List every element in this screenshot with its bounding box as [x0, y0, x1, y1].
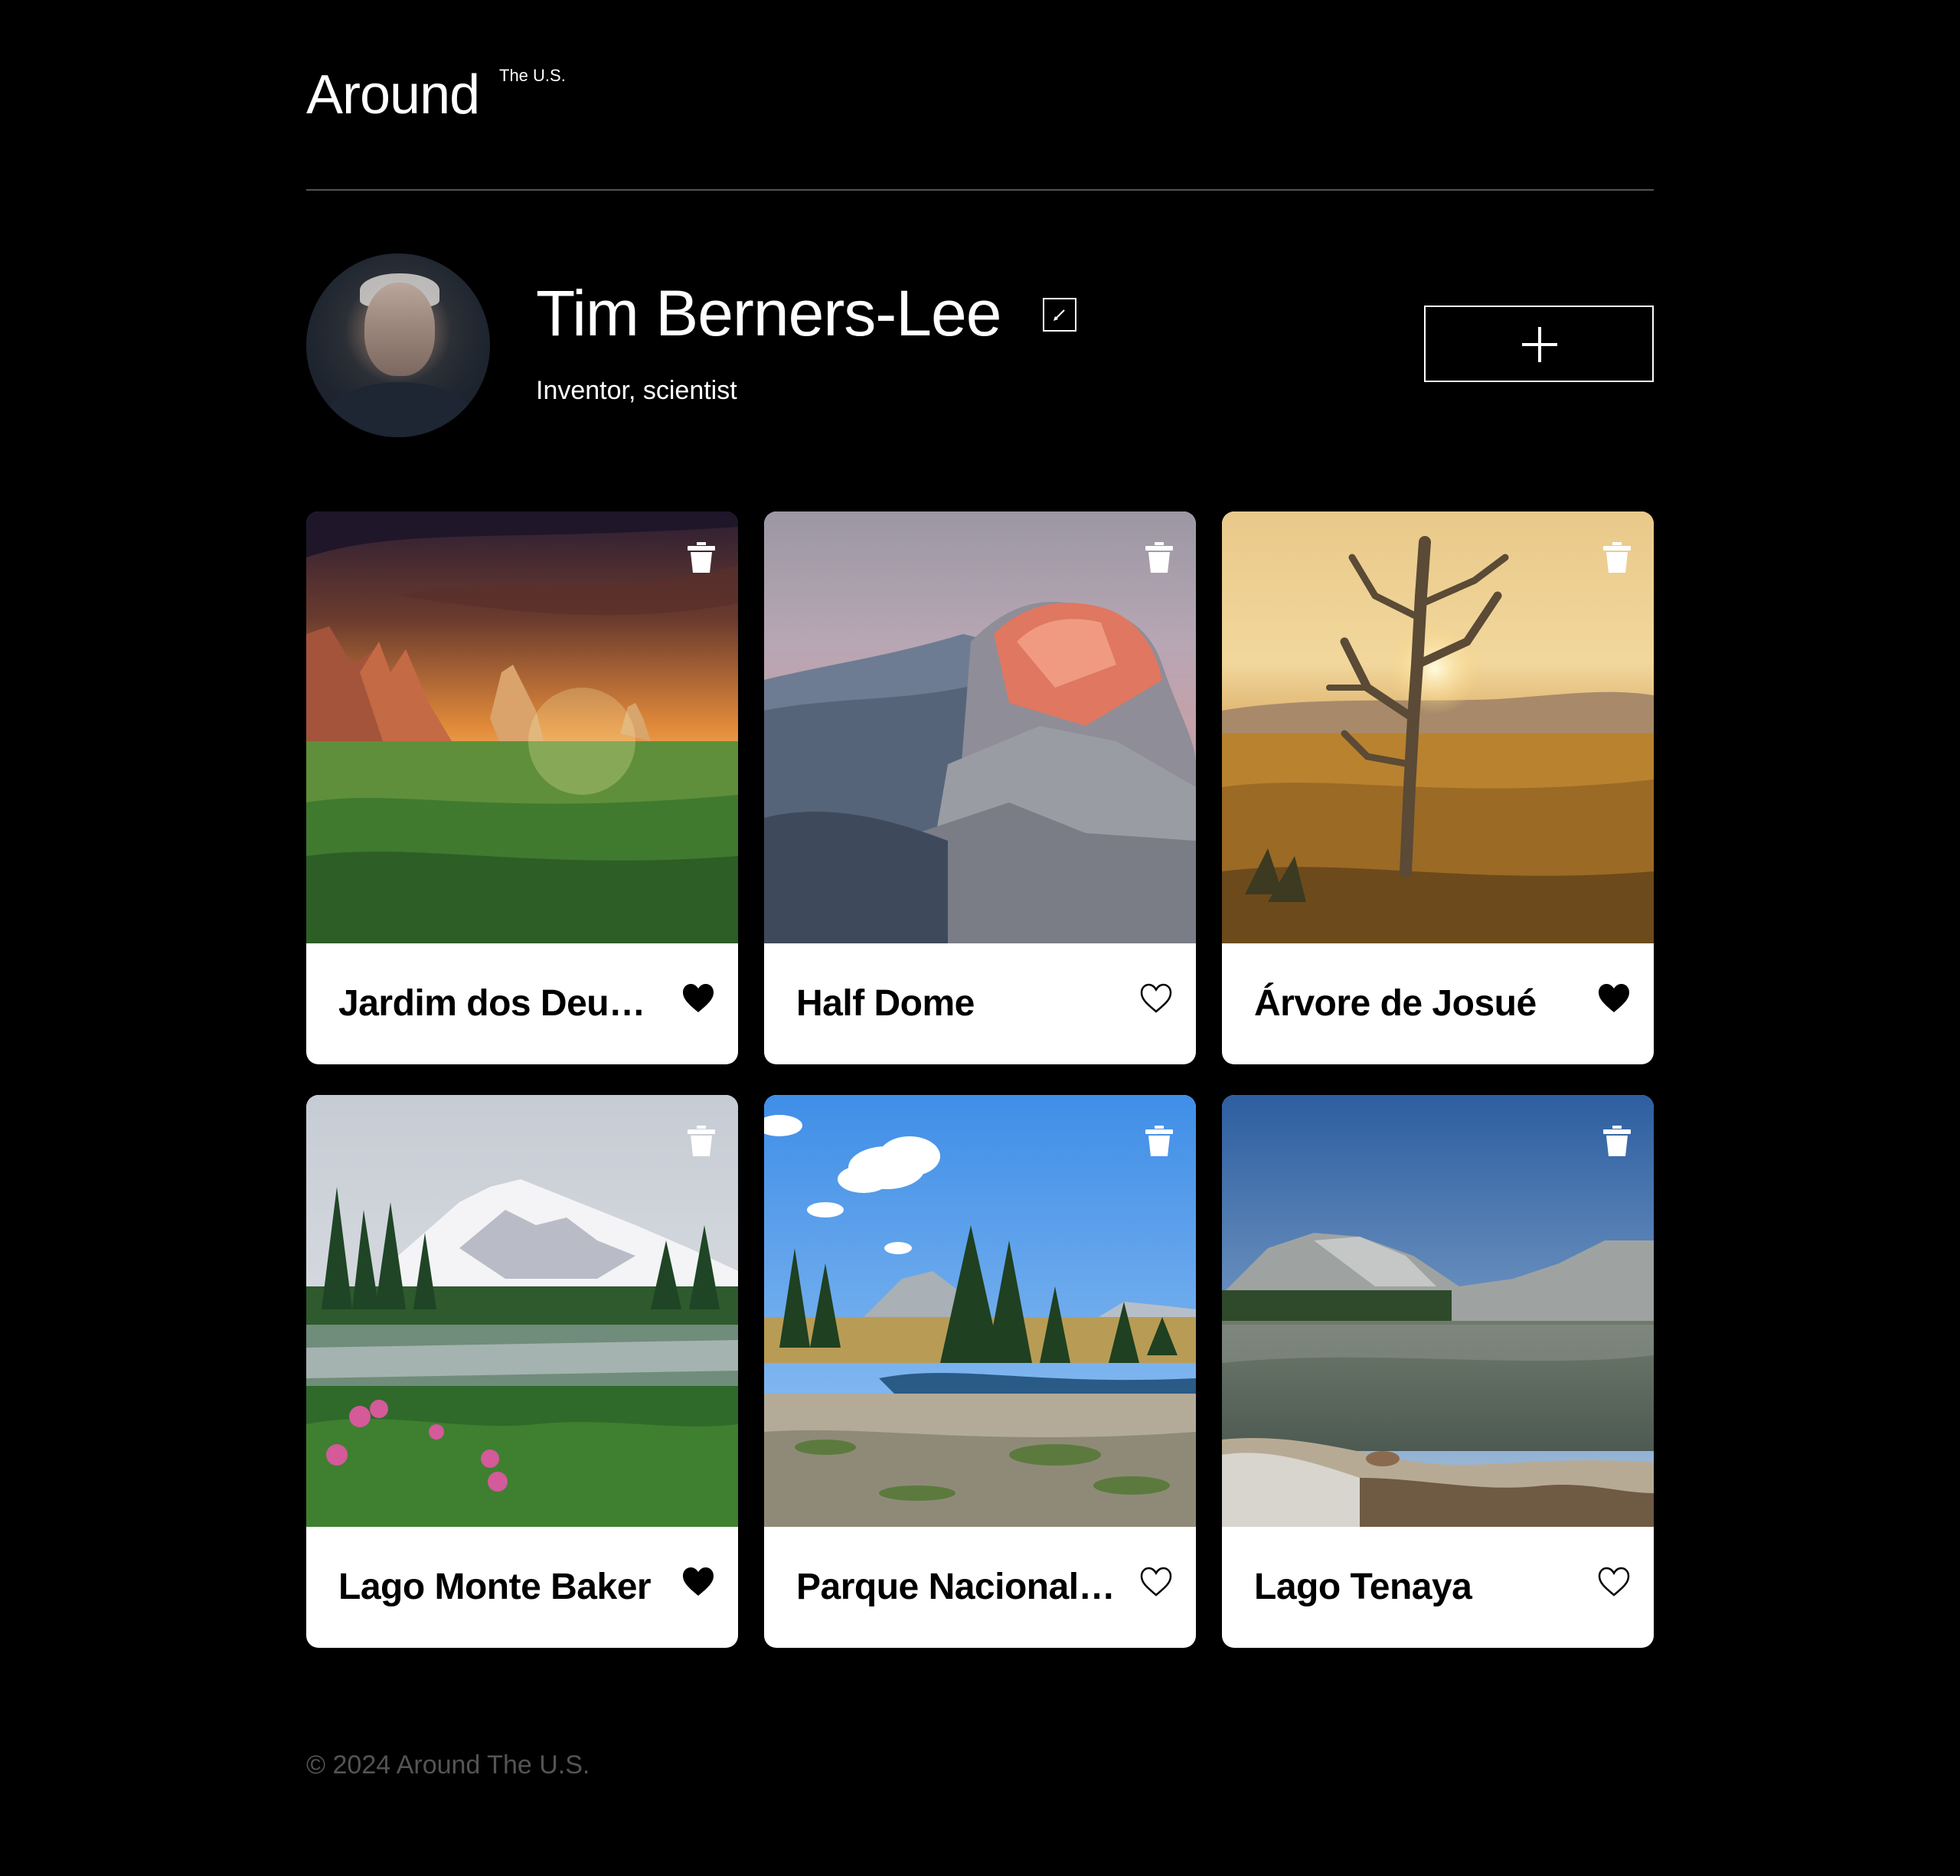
- avatar[interactable]: [306, 253, 490, 437]
- card-image-art: [1222, 511, 1654, 943]
- card: Parque Nacional de Yosemite: [764, 1095, 1196, 1648]
- profile-name: Tim Berners-Lee: [536, 277, 1001, 349]
- card-image-art: [764, 511, 1196, 943]
- heart-icon[interactable]: [1597, 983, 1631, 1014]
- card-title: Half Dome: [796, 983, 975, 1024]
- card-image[interactable]: [764, 1095, 1196, 1527]
- card-image-art: [764, 1095, 1196, 1527]
- add-card-button[interactable]: [1424, 306, 1654, 382]
- trash-icon[interactable]: [688, 542, 715, 573]
- card-image[interactable]: [306, 511, 738, 943]
- logo: Around: [306, 64, 480, 126]
- logo-superscript: The U.S.: [499, 66, 566, 85]
- site-header: Around The U.S.: [306, 0, 1654, 191]
- card-caption: Parque Nacional de Yosemite: [764, 1527, 1196, 1648]
- card: Half Dome: [764, 511, 1196, 1064]
- trash-icon[interactable]: [1145, 1126, 1173, 1156]
- trash-icon[interactable]: [1603, 1126, 1631, 1156]
- card-title: Lago Tenaya: [1254, 1567, 1472, 1607]
- card-caption: Jardim dos Deuses: [306, 943, 738, 1064]
- heart-outline-icon[interactable]: [1139, 1567, 1173, 1597]
- edit-profile-button[interactable]: [1043, 298, 1076, 332]
- card-image-art: [306, 1095, 738, 1527]
- heart-icon[interactable]: [681, 1567, 715, 1597]
- heart-outline-icon[interactable]: [1597, 1567, 1631, 1597]
- profile-about: Inventor, scientist: [536, 376, 737, 405]
- card: Jardim dos Deuses: [306, 511, 738, 1064]
- heart-outline-icon[interactable]: [1139, 983, 1173, 1014]
- card-title: Jardim dos Deuses: [338, 983, 660, 1024]
- card-caption: Half Dome: [764, 943, 1196, 1064]
- card-image[interactable]: [764, 511, 1196, 943]
- card-image[interactable]: [1222, 511, 1654, 943]
- trash-icon[interactable]: [688, 1126, 715, 1156]
- card-caption: Lago Tenaya: [1222, 1527, 1654, 1648]
- card-title: Árvore de Josué: [1254, 983, 1537, 1024]
- card-caption: Lago Monte Baker: [306, 1527, 738, 1648]
- avatar-shoulders: [322, 382, 478, 437]
- avatar-face: [364, 283, 435, 376]
- footer-copyright: © 2024 Around The U.S.: [306, 1750, 590, 1780]
- card-image-art: [306, 511, 738, 943]
- card-image[interactable]: [306, 1095, 738, 1527]
- card: Árvore de Josué: [1222, 511, 1654, 1064]
- page: Around The U.S. Tim Berners-Lee Inventor…: [306, 0, 1654, 1648]
- card: Lago Tenaya: [1222, 1095, 1654, 1648]
- card-image[interactable]: [1222, 1095, 1654, 1527]
- card: Lago Monte Baker: [306, 1095, 738, 1648]
- card-caption: Árvore de Josué: [1222, 943, 1654, 1064]
- trash-icon[interactable]: [1603, 542, 1631, 573]
- pencil-icon: [1054, 309, 1065, 321]
- heart-icon[interactable]: [681, 983, 715, 1014]
- card-title: Parque Nacional de Yosemite: [796, 1567, 1118, 1607]
- card-title: Lago Monte Baker: [338, 1567, 652, 1607]
- card-image-art: [1222, 1095, 1654, 1527]
- card-gallery: Jardim dos Deuses Half Dome Árvore de Jo…: [306, 511, 1654, 1648]
- profile: Tim Berners-Lee Inventor, scientist: [306, 191, 1654, 512]
- plus-icon: [1522, 327, 1557, 362]
- trash-icon[interactable]: [1145, 542, 1173, 573]
